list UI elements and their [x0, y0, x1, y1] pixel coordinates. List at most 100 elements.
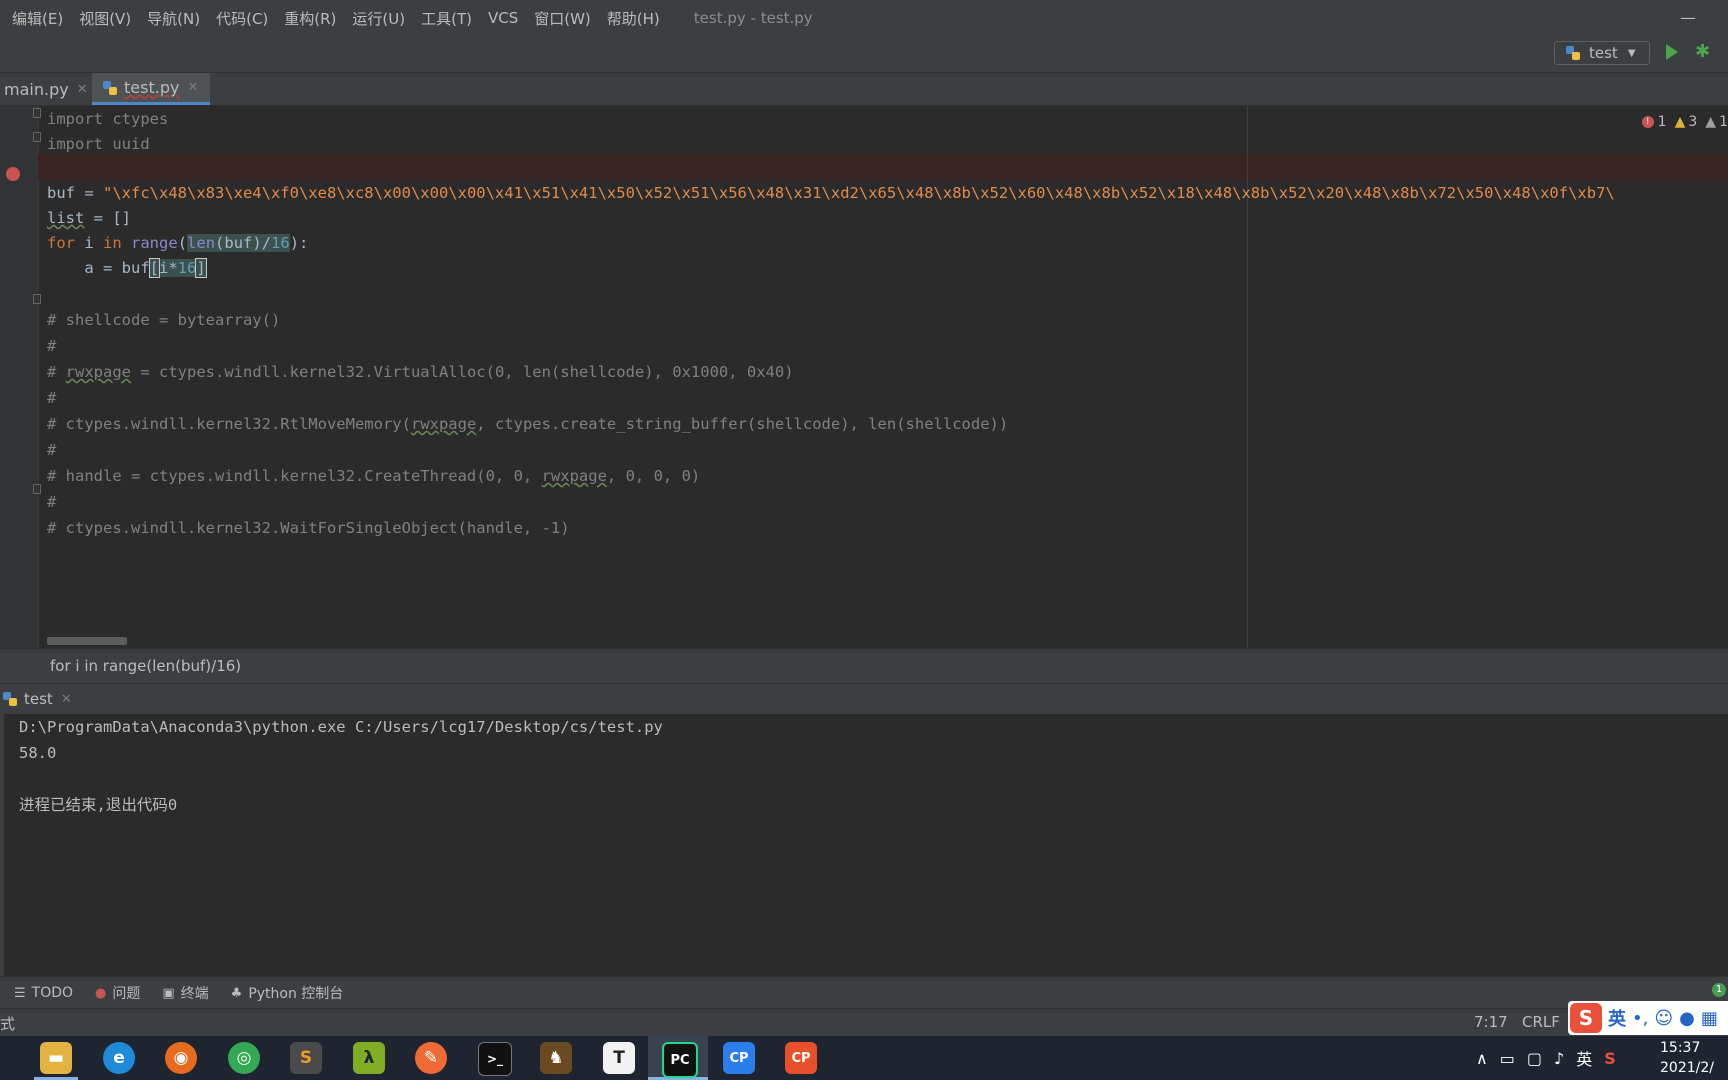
tool-tab-python-console[interactable]: ♣ Python 控制台	[231, 983, 344, 1003]
chevron-up-icon[interactable]: ∧	[1476, 1049, 1488, 1068]
microphone-icon[interactable]: ●	[1679, 1008, 1695, 1029]
firefox-icon[interactable]: ◉	[165, 1042, 197, 1074]
clock-date: 2021/2/	[1660, 1060, 1714, 1076]
warning-icon: ▲	[1674, 114, 1686, 130]
network-icon[interactable]: ▢	[1527, 1049, 1542, 1068]
code-line-15[interactable]: # handle = ctypes.windll.kernel32.Create…	[47, 463, 700, 489]
code-line-1[interactable]: import ctypes	[47, 106, 168, 132]
python-console-icon: ♣	[230, 985, 243, 1001]
menu-navigate[interactable]: 导航(N)	[139, 8, 208, 29]
tray-ime[interactable]: 英	[1576, 1046, 1592, 1070]
code-line-6[interactable]: for i in range(len(buf)/16):	[47, 230, 308, 256]
close-icon[interactable]: ✕	[187, 80, 198, 95]
fold-icon[interactable]	[33, 484, 41, 494]
menu-edit[interactable]: 编辑(E)	[0, 8, 71, 29]
code-line-5[interactable]: list = []	[47, 205, 131, 231]
code-line-9[interactable]: # shellcode = bytearray()	[47, 307, 280, 333]
menu-run[interactable]: 运行(U)	[344, 8, 413, 29]
code-line-10[interactable]: #	[47, 333, 56, 359]
fold-icon[interactable]	[33, 294, 41, 304]
code-line-2[interactable]: import uuid	[47, 131, 150, 157]
ime-mode[interactable]: 英	[1608, 1005, 1626, 1031]
battery-icon[interactable]: ▭	[1500, 1049, 1515, 1068]
code-line-13[interactable]: # ctypes.windll.kernel32.RtlMoveMemory(r…	[47, 411, 1008, 437]
ime-toolbar[interactable]: S 英 •, ☺ ● ▦	[1568, 1001, 1728, 1035]
appcode-icon[interactable]: CP	[785, 1042, 817, 1074]
chrome-icon[interactable]: ◎	[228, 1042, 260, 1074]
warning-count[interactable]: ▲ 3	[1675, 114, 1698, 130]
gutter[interactable]	[0, 106, 39, 648]
console-line: D:\ProgramData\Anaconda3\python.exe C:/U…	[19, 718, 663, 736]
postman-icon[interactable]: ✎	[415, 1042, 447, 1074]
fold-icon[interactable]	[33, 132, 41, 142]
menu-view[interactable]: 视图(V)	[71, 8, 139, 29]
sublime-icon[interactable]: S	[290, 1042, 322, 1074]
code-line-14[interactable]: #	[47, 437, 56, 463]
notification-badge[interactable]: 1	[1712, 983, 1726, 997]
python-icon	[3, 692, 17, 706]
tool-tab-problems[interactable]: ● 问题	[95, 983, 140, 1003]
breadcrumb[interactable]: for i in range(len(buf)/16)	[0, 648, 1728, 683]
status-bar: 式 7:17 CRLF S 英 •, ☺ ● ▦	[0, 1001, 1728, 1037]
cmd-icon[interactable]: >_	[478, 1042, 512, 1076]
breadcrumb-item[interactable]: for i in range(len(buf)/16)	[0, 657, 241, 675]
python-icon	[1566, 46, 1580, 60]
ime-punctuation[interactable]: •,	[1632, 1008, 1648, 1029]
menu-window[interactable]: 窗口(W)	[526, 8, 599, 29]
toolbar: test ▼ ✱	[0, 36, 1728, 73]
console-line: 进程已结束,退出代码0	[19, 796, 178, 814]
menu-tools[interactable]: 工具(T)	[413, 8, 480, 29]
close-icon[interactable]: ✕	[77, 82, 88, 97]
bug-icon[interactable]: ✱	[1695, 42, 1713, 62]
run-tab-test[interactable]: test ✕	[0, 684, 72, 714]
clion-icon[interactable]: CP	[723, 1042, 755, 1074]
code-editor[interactable]: import ctypes import uuid buf = "\xfc\x4…	[0, 106, 1728, 648]
code-line-17[interactable]: # ctypes.windll.kernel32.WaitForSingleOb…	[47, 515, 570, 541]
status-left-text: 式	[0, 1015, 16, 1033]
weak-warning-icon: ▲	[1705, 114, 1717, 130]
menu-refactor[interactable]: 重构(R)	[276, 8, 344, 29]
edge-icon[interactable]: e	[103, 1042, 135, 1074]
run-console[interactable]: D:\ProgramData\Anaconda3\python.exe C:/U…	[0, 714, 1728, 976]
code-line-16[interactable]: #	[47, 489, 56, 515]
code-line-7[interactable]: a = buf[i*16]	[47, 255, 207, 281]
game-icon[interactable]: ♞	[540, 1042, 572, 1074]
tab-label: test.py	[124, 78, 180, 97]
close-icon[interactable]: ✕	[61, 692, 72, 707]
keyboard-icon[interactable]: ▦	[1701, 1008, 1718, 1029]
caret-position[interactable]: 7:17	[1474, 1013, 1508, 1031]
sogou-logo-icon[interactable]: S	[1570, 1003, 1602, 1033]
pycharm-icon[interactable]: PC	[662, 1042, 698, 1078]
console-line: 58.0	[19, 744, 57, 762]
file-explorer-icon[interactable]: ▬	[40, 1042, 72, 1074]
code-line-4[interactable]: buf = "\xfc\x48\x83\xe4\xf0\xe8\xc8\x00\…	[47, 180, 1615, 206]
weak-warning-count[interactable]: ▲ 1	[1705, 114, 1728, 130]
menu-vcs[interactable]: VCS	[480, 9, 526, 27]
typora-icon[interactable]: T	[603, 1042, 635, 1074]
horizontal-scrollbar[interactable]	[47, 637, 127, 645]
error-count[interactable]: ! 1	[1641, 114, 1667, 130]
tab-main-py[interactable]: main.py ✕	[4, 73, 88, 105]
emoji-icon[interactable]: ☺	[1654, 1008, 1673, 1029]
terminal-icon: ▣	[162, 985, 175, 1001]
inspection-widget[interactable]: ! 1 ▲ 3 ▲ 1	[1641, 114, 1728, 130]
play-icon[interactable]	[1666, 44, 1678, 60]
menu-code[interactable]: 代码(C)	[208, 8, 276, 29]
fold-icon[interactable]	[33, 108, 41, 118]
run-configuration-dropdown[interactable]: test ▼	[1554, 41, 1650, 65]
breakpoint-icon[interactable]	[6, 167, 20, 181]
clock[interactable]: 15:37 2021/2/	[1660, 1038, 1728, 1078]
sogou-tray-icon[interactable]: S	[1604, 1049, 1616, 1068]
tool-tab-todo[interactable]: ☰ TODO	[14, 985, 73, 1001]
menu-help[interactable]: 帮助(H)	[599, 8, 668, 29]
volume-icon[interactable]: ♪	[1554, 1049, 1564, 1068]
code-line-11[interactable]: # rwxpage = ctypes.windll.kernel32.Virtu…	[47, 359, 794, 385]
minimize-icon[interactable]: —	[1680, 8, 1696, 27]
line-separator[interactable]: CRLF	[1522, 1013, 1560, 1031]
tool-window-bar: ☰ TODO ● 问题 ▣ 终端 ♣ Python 控制台	[0, 976, 1728, 1009]
breakpoint-line-highlight	[38, 154, 1728, 180]
code-line-12[interactable]: #	[47, 385, 56, 411]
tab-test-py[interactable]: test.py ✕	[92, 73, 211, 105]
lambda-icon[interactable]: λ	[353, 1042, 385, 1074]
tool-tab-terminal[interactable]: ▣ 终端	[162, 983, 208, 1003]
